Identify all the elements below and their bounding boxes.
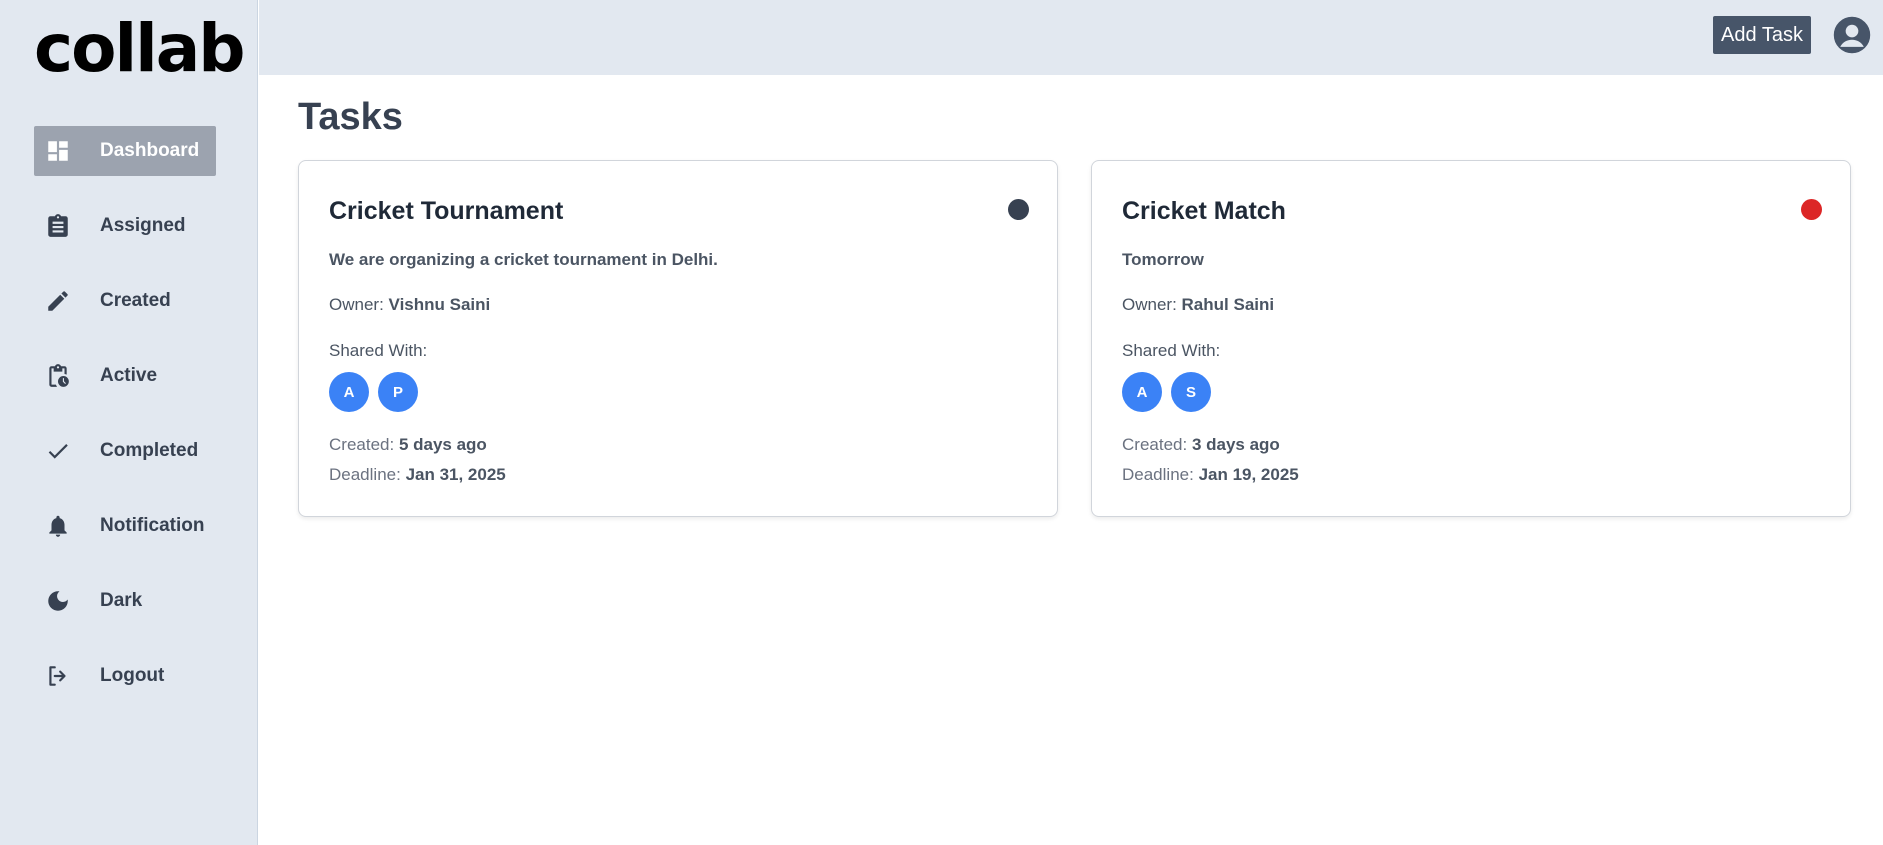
top-bar (259, 0, 1883, 75)
clipboard-icon (45, 213, 71, 239)
task-owner: Owner: Vishnu Saini (329, 295, 490, 315)
sidebar-item-logout[interactable]: Logout (34, 651, 216, 701)
shared-avatars: A P (329, 372, 418, 412)
status-indicator (1008, 199, 1029, 220)
sidebar-item-label: Assigned (100, 215, 186, 236)
sidebar-item-assigned[interactable]: Assigned (34, 201, 216, 251)
owner-name: Rahul Saini (1181, 295, 1275, 314)
task-card[interactable]: Cricket Match Tomorrow Owner: Rahul Sain… (1091, 160, 1851, 517)
bell-icon (45, 513, 71, 539)
sidebar-item-created[interactable]: Created (34, 276, 216, 326)
avatar[interactable]: P (378, 372, 418, 412)
sidebar-item-label: Created (100, 290, 171, 311)
task-deadline: Deadline: Jan 31, 2025 (329, 465, 506, 485)
sidebar-item-completed[interactable]: Completed (34, 426, 216, 476)
deadline-label: Deadline: (1122, 465, 1194, 484)
sidebar-item-active[interactable]: Active (34, 351, 216, 401)
shared-avatars: A S (1122, 372, 1211, 412)
deadline-value: Jan 31, 2025 (405, 465, 506, 484)
sidebar-item-notification[interactable]: Notification (34, 501, 216, 551)
shared-with-label: Shared With: (1122, 341, 1221, 360)
owner-label: Owner: (1122, 295, 1177, 314)
task-description: Tomorrow (1122, 250, 1204, 269)
sidebar-item-dark[interactable]: Dark (34, 576, 216, 626)
task-deadline: Deadline: Jan 19, 2025 (1122, 465, 1299, 485)
sidebar-item-label: Dashboard (100, 140, 200, 161)
avatar[interactable]: A (1122, 372, 1162, 412)
add-task-button[interactable]: Add Task (1713, 16, 1811, 54)
status-indicator (1801, 199, 1822, 220)
sidebar-item-label: Notification (100, 515, 205, 536)
created-value: 3 days ago (1191, 435, 1280, 454)
check-icon (45, 438, 71, 464)
avatar[interactable]: S (1171, 372, 1211, 412)
user-circle-icon[interactable] (1833, 16, 1871, 54)
sidebar: collab Dashboard Assigned Created Active… (0, 0, 258, 845)
created-label: Created: (1122, 435, 1188, 454)
deadline-value: Jan 19, 2025 (1198, 465, 1299, 484)
task-created: Created: 5 days ago (329, 435, 487, 455)
pencil-icon (45, 288, 71, 314)
app-logo[interactable]: collab (34, 16, 245, 82)
sidebar-item-label: Dark (100, 590, 143, 611)
created-value: 5 days ago (398, 435, 487, 454)
task-created: Created: 3 days ago (1122, 435, 1280, 455)
page-title: Tasks (298, 96, 403, 138)
sidebar-item-dashboard[interactable]: Dashboard (34, 126, 216, 176)
task-title: Cricket Tournament (329, 197, 564, 225)
task-description: We are organizing a cricket tournament i… (329, 250, 718, 269)
owner-label: Owner: (329, 295, 384, 314)
created-label: Created: (329, 435, 395, 454)
moon-icon (45, 588, 71, 614)
task-owner: Owner: Rahul Saini (1122, 295, 1274, 315)
sidebar-item-label: Completed (100, 440, 199, 461)
clipboard-clock-icon (45, 363, 71, 389)
sidebar-item-label: Logout (100, 665, 165, 686)
avatar[interactable]: A (329, 372, 369, 412)
sidebar-item-label: Active (100, 365, 158, 386)
deadline-label: Deadline: (329, 465, 401, 484)
logout-icon (45, 663, 71, 689)
dashboard-icon (45, 138, 71, 164)
shared-with-label: Shared With: (329, 341, 428, 360)
owner-name: Vishnu Saini (388, 295, 491, 314)
task-title: Cricket Match (1122, 197, 1286, 225)
task-card[interactable]: Cricket Tournament We are organizing a c… (298, 160, 1058, 517)
